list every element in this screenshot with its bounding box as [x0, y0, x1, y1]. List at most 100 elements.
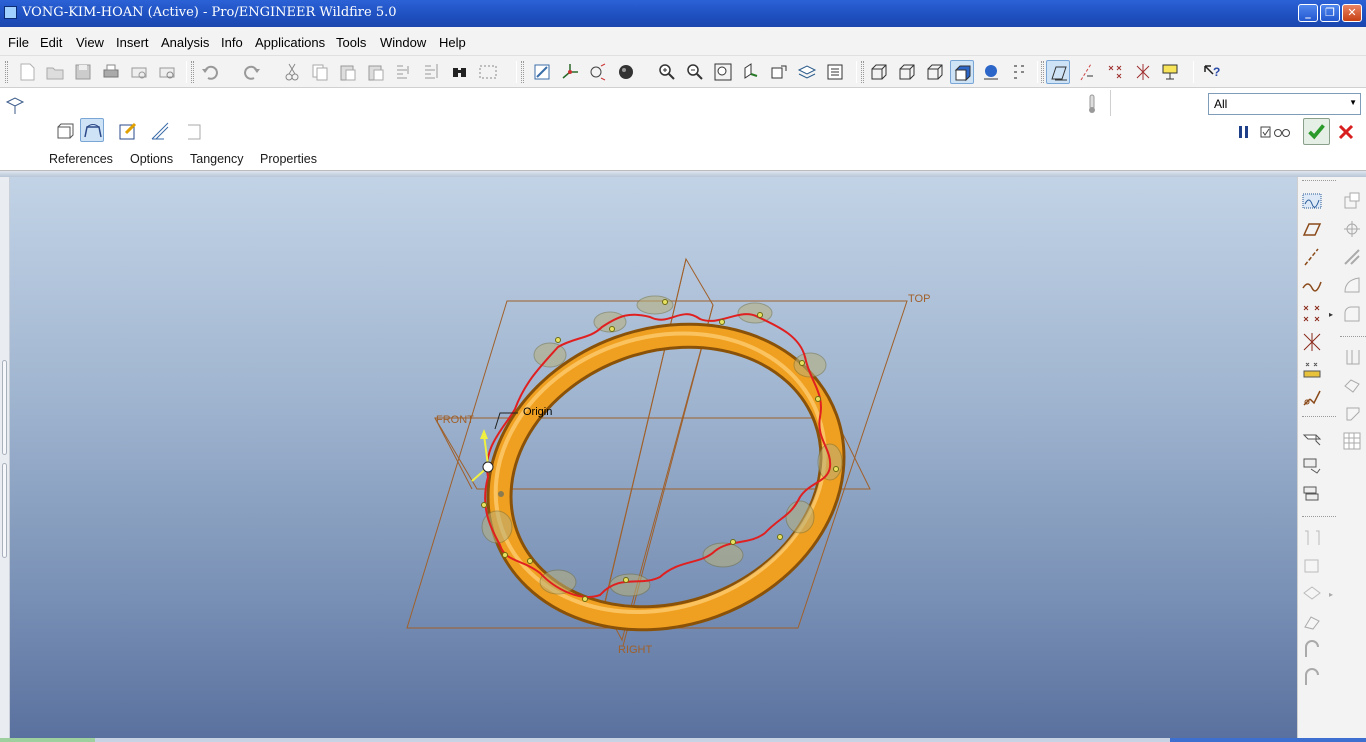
- zoom-in-icon[interactable]: [655, 60, 679, 84]
- sketch-tool-icon[interactable]: [1301, 190, 1323, 212]
- menu-insert[interactable]: Insert: [116, 35, 149, 50]
- offset-icon[interactable]: [1341, 402, 1363, 424]
- control-point[interactable]: [502, 552, 508, 558]
- revolve-icon[interactable]: [1301, 455, 1323, 477]
- open-icon[interactable]: [43, 60, 67, 84]
- browser-expand-handle[interactable]: [2, 463, 7, 558]
- control-point[interactable]: [481, 502, 487, 508]
- datum-point-icon[interactable]: [1301, 303, 1323, 325]
- copy-feature-icon[interactable]: [1341, 374, 1363, 396]
- pause-icon[interactable]: [1232, 120, 1256, 144]
- solid-surface-icon[interactable]: [53, 119, 77, 143]
- preview-icon[interactable]: [1258, 120, 1292, 144]
- select-box-icon[interactable]: [476, 60, 500, 84]
- toolbar-grip[interactable]: [861, 61, 864, 83]
- paste-special-icon[interactable]: [364, 60, 388, 84]
- print-icon[interactable]: [99, 60, 123, 84]
- control-point[interactable]: [815, 396, 821, 402]
- round-icon[interactable]: [1341, 303, 1363, 325]
- start-point-handle[interactable]: [482, 461, 494, 473]
- model-view[interactable]: TOP FRONT RIGHT Origin: [10, 177, 1297, 738]
- send-mail-icon[interactable]: [127, 60, 151, 84]
- extrude-icon[interactable]: [1301, 427, 1323, 449]
- control-point[interactable]: [719, 319, 725, 325]
- remove-material-icon[interactable]: [183, 119, 207, 143]
- control-point[interactable]: [777, 534, 783, 540]
- control-point[interactable]: [623, 577, 629, 583]
- mirror-icon[interactable]: [1301, 583, 1323, 605]
- control-point[interactable]: [609, 326, 615, 332]
- surface-icon[interactable]: [80, 118, 104, 142]
- menu-info[interactable]: Info: [221, 35, 243, 50]
- control-point[interactable]: [527, 558, 533, 564]
- enhanced-realism-icon[interactable]: [979, 60, 1003, 84]
- close-button[interactable]: ✕: [1342, 4, 1362, 22]
- toolbar-grip[interactable]: [5, 61, 8, 83]
- context-help-icon[interactable]: ?: [1200, 60, 1224, 84]
- save-icon[interactable]: [71, 60, 95, 84]
- merge-icon[interactable]: [1301, 611, 1323, 633]
- menu-analysis[interactable]: Analysis: [161, 35, 209, 50]
- datum-curve-icon[interactable]: [1301, 274, 1323, 296]
- find-icon[interactable]: [448, 60, 472, 84]
- minimize-button[interactable]: _: [1298, 4, 1318, 22]
- hole-icon[interactable]: [1341, 190, 1363, 212]
- toolbar-grip[interactable]: [1302, 180, 1336, 181]
- rib-icon[interactable]: [1341, 246, 1363, 268]
- menu-file[interactable]: File: [8, 35, 29, 50]
- redo-icon[interactable]: [240, 60, 264, 84]
- plane-display-icon[interactable]: [1046, 60, 1070, 84]
- control-point[interactable]: [757, 312, 763, 318]
- cancel-button[interactable]: [1334, 120, 1358, 144]
- regen-manager-icon[interactable]: [420, 60, 444, 84]
- menu-view[interactable]: View: [76, 35, 104, 50]
- menu-help[interactable]: Help: [439, 35, 466, 50]
- control-point[interactable]: [582, 596, 588, 602]
- toolbar-grip[interactable]: [191, 61, 194, 83]
- layers-icon[interactable]: [795, 60, 819, 84]
- new-icon[interactable]: [15, 60, 39, 84]
- chamfer-icon[interactable]: [1341, 346, 1363, 368]
- menu-edit[interactable]: Edit: [40, 35, 62, 50]
- cut-icon[interactable]: [280, 60, 304, 84]
- saved-views-icon[interactable]: [767, 60, 791, 84]
- datum-plane-front-edge[interactable]: [434, 417, 473, 490]
- view-manager-icon[interactable]: [823, 60, 847, 84]
- sweep-icon[interactable]: [1301, 483, 1323, 505]
- boundary-blend-icon[interactable]: [1301, 555, 1323, 577]
- tab-properties[interactable]: Properties: [260, 152, 317, 166]
- appearance-sphere-icon[interactable]: [614, 60, 638, 84]
- control-point[interactable]: [662, 299, 668, 305]
- tab-references[interactable]: References: [49, 152, 113, 166]
- tab-tangency[interactable]: Tangency: [190, 152, 244, 166]
- thicken-icon[interactable]: [148, 119, 172, 143]
- csys-display-icon[interactable]: [1131, 60, 1155, 84]
- regenerate-icon[interactable]: [392, 60, 416, 84]
- reorient-icon[interactable]: [739, 60, 763, 84]
- dashboard-icon[interactable]: [3, 94, 27, 118]
- control-point[interactable]: [730, 539, 736, 545]
- menu-tools[interactable]: Tools: [336, 35, 366, 50]
- draft-icon[interactable]: [1341, 274, 1363, 296]
- undo-icon[interactable]: [198, 60, 225, 84]
- analysis-feature-icon[interactable]: [1301, 359, 1323, 381]
- selection-filter-dropdown[interactable]: All ▼: [1208, 93, 1361, 115]
- shading-icon[interactable]: [950, 60, 974, 84]
- start-direction-arrow[interactable]: [483, 434, 489, 466]
- shell-icon[interactable]: [1341, 218, 1363, 240]
- menu-applications[interactable]: Applications: [255, 35, 325, 50]
- zoom-out-icon[interactable]: [683, 60, 707, 84]
- datum-axis-icon[interactable]: [1301, 246, 1323, 268]
- point-display-icon[interactable]: [1103, 60, 1127, 84]
- flyout-arrow-icon[interactable]: ▸: [1329, 590, 1333, 599]
- axis-display-icon[interactable]: [1075, 60, 1099, 84]
- hidden-line-icon[interactable]: [895, 60, 919, 84]
- menu-window[interactable]: Window: [380, 35, 426, 50]
- toolbar-grip[interactable]: [1041, 61, 1044, 83]
- display-style-icon[interactable]: [1007, 60, 1031, 84]
- edit-sketch-icon[interactable]: [116, 119, 140, 143]
- blend-icon[interactable]: [1301, 527, 1323, 549]
- refit-icon[interactable]: [711, 60, 735, 84]
- control-point[interactable]: [799, 360, 805, 366]
- datum-label-top[interactable]: TOP: [908, 293, 930, 305]
